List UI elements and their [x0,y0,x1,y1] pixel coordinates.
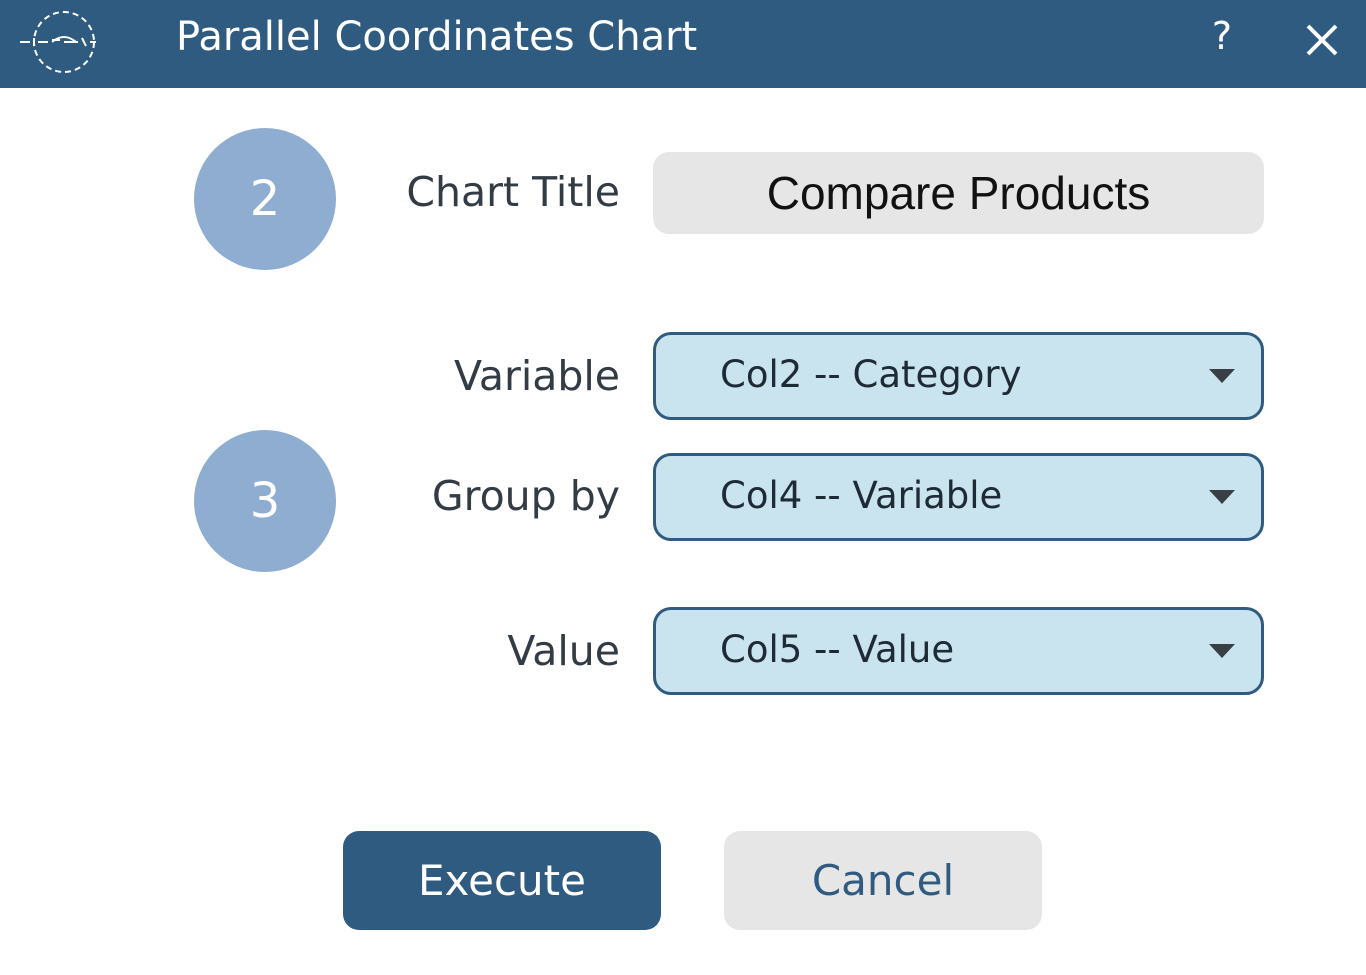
triangle-down-icon [1209,644,1235,658]
variable-dropdown[interactable]: Col2 -- Category [653,332,1264,420]
title-bar: Parallel Coordinates Chart ? [0,0,1366,88]
step-badge-3: 3 [194,430,336,572]
chart-title-input[interactable] [653,152,1264,234]
value-label: Value [507,627,620,675]
circular-logo-icon [8,4,100,76]
step-badge-2: 2 [194,128,336,270]
help-button[interactable]: ? [1198,14,1246,70]
chart-title-label: Chart Title [406,168,620,216]
value-dropdown[interactable]: Col5 -- Value [653,607,1264,695]
variable-label: Variable [453,352,620,400]
window-title: Parallel Coordinates Chart [176,14,698,60]
triangle-down-icon [1209,490,1235,504]
triangle-down-icon [1209,369,1235,383]
group-by-dropdown[interactable]: Col4 -- Variable [653,453,1264,541]
group-by-label: Group by [431,472,620,520]
dialog-window: Parallel Coordinates Chart ? 2 3 Chart T… [0,0,1366,975]
close-icon[interactable] [1296,12,1352,68]
group-by-selected-value: Col4 -- Variable [720,474,1003,517]
variable-selected-value: Col2 -- Category [720,353,1022,396]
value-selected-value: Col5 -- Value [720,628,955,671]
execute-button[interactable]: Execute [343,831,661,930]
cancel-button[interactable]: Cancel [724,831,1042,930]
